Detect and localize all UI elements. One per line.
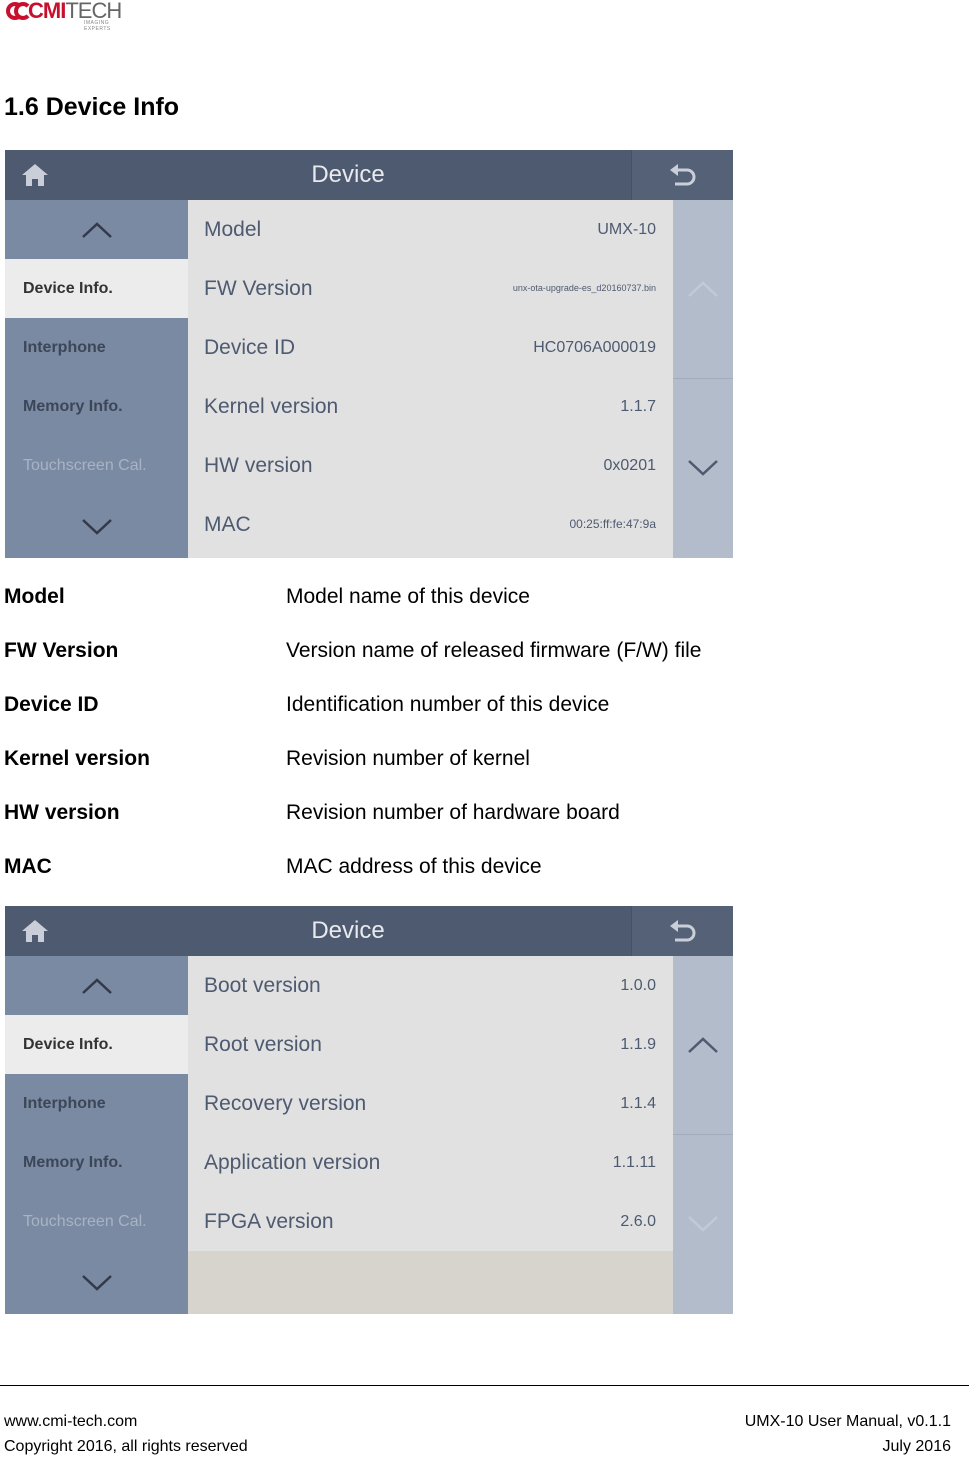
sidebar-item-interphone[interactable]: Interphone: [5, 318, 188, 378]
logo-mark-icon: [6, 0, 32, 20]
logo-tagline: IMAGING EXPERTS: [84, 20, 111, 32]
list-scrollbar: [673, 956, 733, 1314]
logo-wordmark: CMITECH: [28, 0, 122, 23]
sidebar-item-touchscreen-cal[interactable]: Touchscreen Cal.: [5, 1192, 188, 1252]
sidebar-item-device-info[interactable]: Device Info.: [5, 259, 188, 319]
definition-model: Model Model name of this device: [4, 585, 530, 608]
chevron-up-icon: [688, 281, 718, 297]
definition-device-id: Device ID Identification number of this d…: [4, 693, 610, 716]
info-row-recovery-version: Recovery version 1.1.4: [188, 1074, 673, 1134]
home-button[interactable]: [5, 150, 65, 200]
definition-hw-version: HW version Revision number of hardware bo…: [4, 801, 620, 824]
sidebar-item-interphone[interactable]: Interphone: [5, 1074, 188, 1134]
list-scroll-up-button[interactable]: [673, 956, 733, 1135]
back-arrow-icon: [670, 920, 696, 942]
chevron-up-icon: [688, 1037, 718, 1053]
info-list: Model UMX-10 FW Version unx-ota-upgrade-es…: [188, 200, 673, 558]
sidebar-item-device-info[interactable]: Device Info.: [5, 1015, 188, 1075]
sidebar-scroll-up-button[interactable]: [5, 200, 188, 260]
section-title: 1.6 Device Info: [4, 93, 180, 121]
chevron-down-icon: [688, 460, 718, 476]
back-button[interactable]: [631, 150, 733, 200]
footer-website: www.cmi-tech.com: [4, 1413, 138, 1430]
footer-date: July 2016: [882, 1438, 952, 1455]
chevron-down-icon: [81, 1274, 112, 1291]
info-row-empty: [188, 1251, 673, 1314]
screen-title: Device: [311, 161, 385, 188]
definition-mac: MAC MAC address of this device: [4, 855, 542, 878]
home-icon: [22, 920, 48, 942]
screen-title: Device: [311, 917, 385, 944]
info-row-device-id: Device ID HC0706A000019: [188, 318, 673, 378]
footer-copyright: Copyright 2016, all rights reserved: [4, 1438, 248, 1455]
info-row-hw-version: HW version 0x0201: [188, 436, 673, 496]
chevron-up-icon: [81, 977, 112, 994]
definition-fw-version: FW Version Version name of released firmw…: [4, 639, 702, 662]
sidebar-item-memory-info[interactable]: Memory Info.: [5, 1133, 188, 1193]
info-row-boot-version: Boot version 1.0.0: [188, 956, 673, 1016]
info-row-fw-version: FW Version unx-ota-upgrade-es_d20160737.b…: [188, 259, 673, 319]
info-row-fpga-version: FPGA version 2.6.0: [188, 1192, 673, 1252]
company-logo: CMITECH IMAGING EXPERTS: [6, 0, 122, 32]
sidebar-scroll-up-button[interactable]: [5, 956, 188, 1016]
definition-kernel-version: Kernel version Revision number of kernel: [4, 747, 530, 770]
screen-header: Device: [5, 906, 733, 956]
back-arrow-icon: [670, 164, 696, 186]
info-row-root-version: Root version 1.1.9: [188, 1015, 673, 1075]
footer-divider: [0, 1385, 969, 1386]
sidebar-menu: Device Info. Interphone Memory Info. Tou…: [5, 200, 188, 558]
footer-manual-version: UMX-10 User Manual, v0.1.1: [744, 1413, 951, 1430]
home-button[interactable]: [5, 906, 65, 956]
info-row-kernel-version: Kernel version 1.1.7: [188, 377, 673, 437]
chevron-up-icon: [81, 221, 112, 238]
home-icon: [22, 164, 48, 186]
list-scrollbar: [673, 200, 733, 558]
device-screen-1: Device Device Info. Interphone Memory In…: [5, 150, 733, 558]
device-screen-2: Device Device Info. Interphone Memory In…: [5, 906, 733, 1314]
chevron-down-icon: [81, 518, 112, 535]
list-scroll-up-button[interactable]: [673, 200, 733, 379]
info-row-mac: MAC 00:25:ff:fe:47:9a: [188, 495, 673, 558]
info-row-application-version: Application version 1.1.11: [188, 1133, 673, 1193]
sidebar-scroll-down-button[interactable]: [5, 495, 188, 558]
list-scroll-down-button[interactable]: [673, 1135, 733, 1313]
chevron-down-icon: [688, 1216, 718, 1232]
list-scroll-down-button[interactable]: [673, 379, 733, 557]
sidebar-menu: Device Info. Interphone Memory Info. Tou…: [5, 956, 188, 1314]
info-row-model: Model UMX-10: [188, 200, 673, 260]
sidebar-item-touchscreen-cal[interactable]: Touchscreen Cal.: [5, 436, 188, 496]
screen-header: Device: [5, 150, 733, 200]
sidebar-scroll-down-button[interactable]: [5, 1251, 188, 1314]
back-button[interactable]: [631, 906, 733, 956]
sidebar-item-memory-info[interactable]: Memory Info.: [5, 377, 188, 437]
info-list: Boot version 1.0.0 Root version 1.1.9 Reco…: [188, 956, 673, 1314]
